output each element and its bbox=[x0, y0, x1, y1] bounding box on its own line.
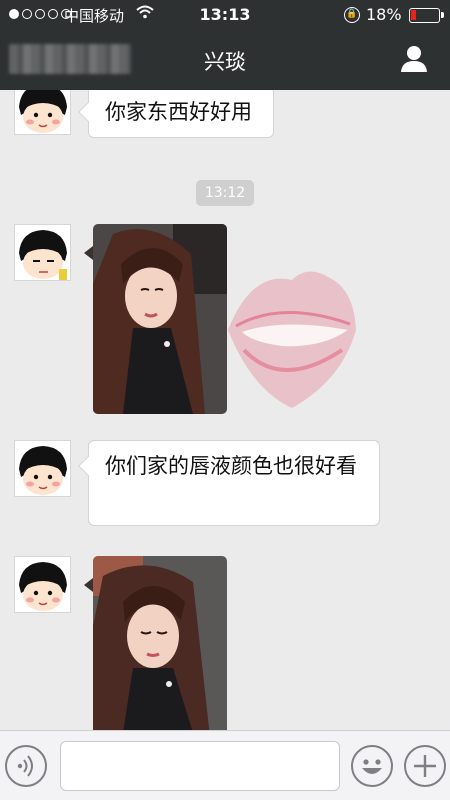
photo-bubble-tail bbox=[84, 246, 93, 260]
message-timestamp: 13:12 bbox=[196, 180, 254, 206]
navigation-bar: 兴琰 bbox=[0, 30, 450, 90]
battery-percent: 18% bbox=[366, 5, 402, 24]
image-message[interactable] bbox=[93, 224, 227, 414]
message-input-bar bbox=[0, 730, 450, 800]
message-bubble[interactable]: 你们家的唇液颜色也很好看 bbox=[88, 440, 380, 526]
avatar[interactable] bbox=[14, 90, 71, 135]
avatar[interactable] bbox=[14, 440, 71, 497]
avatar[interactable] bbox=[14, 224, 71, 281]
message-input[interactable] bbox=[60, 741, 340, 791]
message-text: 你们家的唇液颜色也很好看 bbox=[105, 454, 357, 478]
battery-level-fill bbox=[411, 10, 416, 20]
user-profile-icon[interactable] bbox=[398, 44, 430, 74]
chat-message-list[interactable]: 你家东西好好用 13:12 你们家的唇液颜色也很好看 bbox=[0, 90, 450, 730]
photo-bubble-tail bbox=[84, 578, 93, 592]
chat-title: 兴琰 bbox=[204, 50, 246, 74]
emoji-icon[interactable] bbox=[351, 745, 393, 787]
message-bubble[interactable]: 你家东西好好用 bbox=[88, 90, 274, 138]
status-bar: 中国移动 13:13 🔒 18% bbox=[0, 0, 450, 30]
rotation-lock-icon: 🔒 bbox=[344, 7, 360, 23]
voice-icon[interactable] bbox=[5, 745, 47, 787]
lip-print-decoration bbox=[222, 260, 362, 429]
image-message[interactable] bbox=[93, 556, 227, 730]
avatar[interactable] bbox=[14, 556, 71, 613]
message-text: 你家东西好好用 bbox=[105, 100, 252, 124]
top-bar: 中国移动 13:13 🔒 18% 兴琰 bbox=[0, 0, 450, 90]
battery-icon bbox=[409, 8, 444, 23]
plus-icon[interactable] bbox=[404, 745, 446, 787]
